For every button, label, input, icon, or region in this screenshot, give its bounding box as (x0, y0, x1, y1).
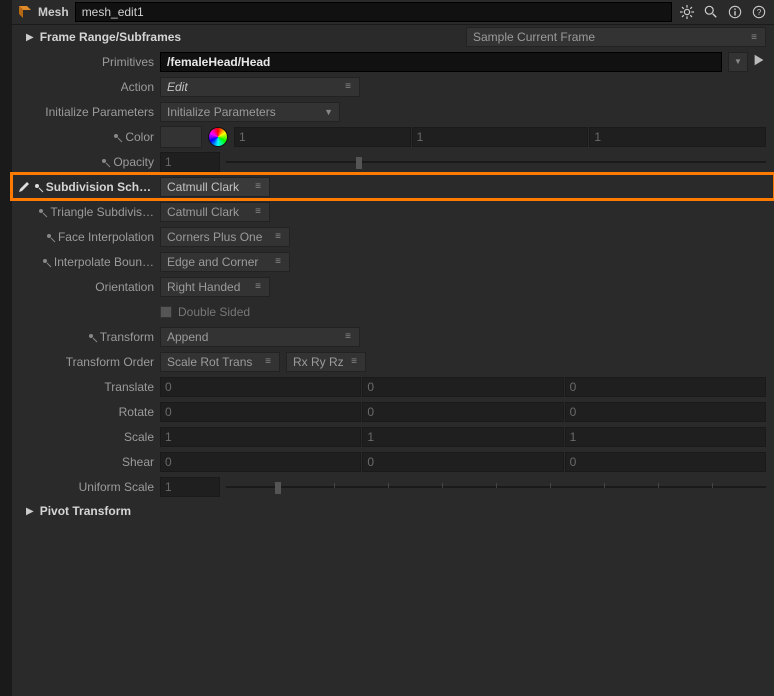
param-tag-icon[interactable] (113, 133, 121, 141)
select-value: Edge and Corner (167, 255, 258, 269)
section-label: Frame Range/Subframes (40, 30, 181, 44)
scale-y[interactable]: 1 (362, 427, 563, 447)
node-name-field[interactable]: mesh_edit1 (75, 2, 672, 22)
shear-y[interactable]: 0 (362, 452, 563, 472)
color-g-field[interactable]: 1 (412, 127, 589, 147)
uniform-scale-field[interactable]: 1 (160, 477, 220, 497)
primitives-go-icon[interactable] (752, 53, 766, 70)
chevron-right-icon: ▶ (26, 506, 34, 517)
label-double-sided: Double Sided (178, 305, 250, 319)
select-value: Initialize Parameters (167, 105, 276, 119)
color-wheel-icon[interactable] (208, 127, 228, 147)
gear-icon[interactable] (678, 3, 696, 21)
label-interp-boun: Interpolate Boun… (54, 255, 154, 269)
select-value: Rx Ry Rz (293, 355, 344, 369)
help-icon[interactable]: ? (750, 3, 768, 21)
node-header: Mesh mesh_edit1 ? (12, 0, 774, 25)
orientation-select[interactable]: Right Handed≡ (160, 277, 270, 297)
interp-boun-select[interactable]: Edge and Corner≡ (160, 252, 290, 272)
node-type-label: Mesh (38, 5, 69, 19)
opacity-slider[interactable] (226, 159, 766, 165)
transform-select[interactable]: Append≡ (160, 327, 360, 347)
transform-order-select[interactable]: Scale Rot Trans≡ (160, 352, 280, 372)
param-tag-icon[interactable] (101, 158, 109, 166)
action-select[interactable]: Edit≡ (160, 77, 360, 97)
select-value: Append (167, 330, 208, 344)
param-tag-icon[interactable] (34, 183, 42, 191)
label-face-interp: Face Interpolation (58, 230, 154, 244)
scale-z[interactable]: 1 (565, 427, 766, 447)
section-frame-range[interactable]: ▶ Frame Range/Subframes Sample Current F… (12, 25, 774, 49)
search-icon[interactable] (702, 3, 720, 21)
label-transform: Transform (100, 330, 154, 344)
translate-y[interactable]: 0 (362, 377, 563, 397)
shear-x[interactable]: 0 (160, 452, 361, 472)
pencil-icon (18, 181, 30, 193)
label-triangle-subdiv: Triangle Subdivis… (50, 205, 154, 219)
double-sided-checkbox[interactable] (160, 306, 172, 318)
face-interp-select[interactable]: Corners Plus One≡ (160, 227, 290, 247)
color-b-field[interactable]: 1 (589, 127, 766, 147)
select-value: Catmull Clark (167, 180, 239, 194)
select-value: Right Handed (167, 280, 240, 294)
translate-z[interactable]: 0 (565, 377, 766, 397)
section-label: Pivot Transform (40, 504, 131, 518)
label-orientation: Orientation (95, 280, 154, 294)
label-rotate: Rotate (119, 405, 154, 419)
label-scale: Scale (124, 430, 154, 444)
rotate-x[interactable]: 0 (160, 402, 361, 422)
primitives-chooser-icon[interactable]: ▼ (728, 52, 748, 72)
param-tag-icon[interactable] (38, 208, 46, 216)
label-action: Action (121, 80, 154, 94)
label-initialize: Initialize Parameters (45, 105, 154, 119)
label-shear: Shear (122, 455, 154, 469)
triangle-subdiv-select[interactable]: Catmull Clark≡ (160, 202, 270, 222)
translate-x[interactable]: 0 (160, 377, 361, 397)
primitives-field[interactable]: /femaleHead/Head (160, 52, 722, 72)
subdiv-scheme-select[interactable]: Catmull Clark≡ (160, 177, 270, 197)
svg-text:?: ? (757, 8, 762, 17)
select-value: Corners Plus One (167, 230, 262, 244)
section-pivot-transform[interactable]: ▶ Pivot Transform (12, 499, 774, 523)
select-value: Catmull Clark (167, 205, 239, 219)
rotate-y[interactable]: 0 (362, 402, 563, 422)
param-tag-icon[interactable] (46, 233, 54, 241)
label-color: Color (125, 130, 154, 144)
param-tag-icon[interactable] (42, 258, 50, 266)
select-value: Scale Rot Trans (167, 355, 252, 369)
color-r-field[interactable]: 1 (234, 127, 411, 147)
label-primitives: Primitives (102, 55, 154, 69)
shear-z[interactable]: 0 (565, 452, 766, 472)
left-gutter (0, 0, 12, 696)
param-tag-icon[interactable] (88, 333, 96, 341)
select-value: Edit (167, 80, 188, 94)
rotation-order-select[interactable]: Rx Ry Rz≡ (286, 352, 366, 372)
color-swatch[interactable] (160, 126, 202, 148)
label-subdiv-scheme: Subdivision Sche… (46, 180, 154, 194)
frame-range-select[interactable]: Sample Current Frame≡ (466, 27, 766, 47)
label-translate: Translate (104, 380, 154, 394)
label-uniform-scale: Uniform Scale (79, 480, 154, 494)
label-opacity: Opacity (113, 155, 154, 169)
rotate-z[interactable]: 0 (565, 402, 766, 422)
label-transform-order: Transform Order (66, 355, 154, 369)
uniform-scale-slider[interactable] (226, 484, 766, 490)
node-type-icon (16, 3, 34, 21)
info-icon[interactable] (726, 3, 744, 21)
scale-x[interactable]: 1 (160, 427, 361, 447)
chevron-right-icon: ▶ (26, 32, 34, 43)
select-value: Sample Current Frame (473, 30, 595, 44)
initialize-select[interactable]: Initialize Parameters▼ (160, 102, 340, 122)
opacity-field[interactable]: 1 (160, 152, 220, 172)
